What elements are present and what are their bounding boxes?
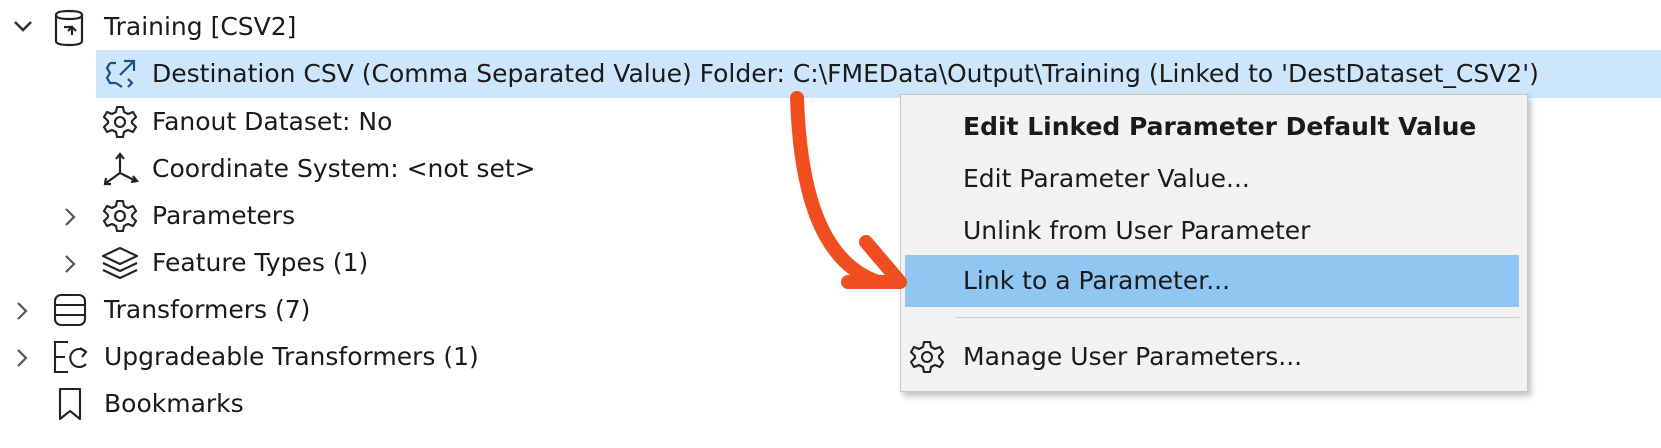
gear-icon: [102, 198, 138, 234]
transformers-icon: [52, 292, 88, 328]
tree-item-parameters[interactable]: Parameters: [0, 193, 700, 239]
tree-item-label: Feature Types (1): [152, 248, 369, 277]
tree-item-coordinate-system[interactable]: Coordinate System: <not set>: [96, 146, 796, 192]
menu-separator: [955, 317, 1519, 318]
bookmark-icon: [56, 386, 86, 422]
linked-parameter-icon: [102, 57, 140, 91]
menu-item-link-to-parameter[interactable]: Link to a Parameter...: [905, 255, 1519, 307]
tree-item-label: Upgradeable Transformers (1): [104, 342, 479, 371]
tree-item-label: Fanout Dataset: No: [152, 107, 393, 136]
tree-item-label: Bookmarks: [104, 389, 244, 418]
layers-icon: [100, 245, 140, 281]
gear-icon: [909, 339, 945, 375]
tree-item-training[interactable]: Training [CSV2]: [0, 4, 1661, 50]
tree-item-label: Parameters: [152, 201, 296, 230]
gear-icon: [102, 104, 138, 140]
tree-item-destination[interactable]: Destination CSV (Comma Separated Value) …: [96, 51, 1661, 97]
chevron-right-icon[interactable]: [62, 206, 78, 228]
menu-item-manage-user-parameters[interactable]: Manage User Parameters...: [905, 331, 1519, 383]
tree-item-fanout[interactable]: Fanout Dataset: No: [96, 99, 796, 145]
tree-item-label: Destination CSV (Comma Separated Value) …: [152, 59, 1539, 88]
database-output-icon: [52, 9, 86, 47]
menu-item-unlink-user-parameter[interactable]: Unlink from User Parameter: [905, 205, 1519, 257]
tree-item-bookmarks[interactable]: Bookmarks: [0, 381, 700, 427]
tree-item-feature-types[interactable]: Feature Types (1): [0, 240, 700, 286]
tree-item-transformers[interactable]: Transformers (7): [0, 287, 700, 333]
coordinate-axes-icon: [102, 151, 140, 187]
tree-item-label: Transformers (7): [104, 295, 311, 324]
tree-item-label: Training [CSV2]: [104, 12, 297, 41]
chevron-right-icon[interactable]: [14, 347, 30, 369]
context-menu: Edit Linked Parameter Default Value Edit…: [900, 94, 1528, 392]
menu-item-edit-linked-default[interactable]: Edit Linked Parameter Default Value: [905, 101, 1519, 153]
chevron-right-icon[interactable]: [14, 300, 30, 322]
chevron-down-icon[interactable]: [12, 17, 34, 37]
tree-item-label: Coordinate System: <not set>: [152, 154, 536, 183]
upgrade-icon: [52, 339, 92, 375]
chevron-right-icon[interactable]: [62, 253, 78, 275]
menu-item-edit-parameter-value[interactable]: Edit Parameter Value...: [905, 153, 1519, 205]
tree-item-upgradeable-transformers[interactable]: Upgradeable Transformers (1): [0, 334, 700, 380]
